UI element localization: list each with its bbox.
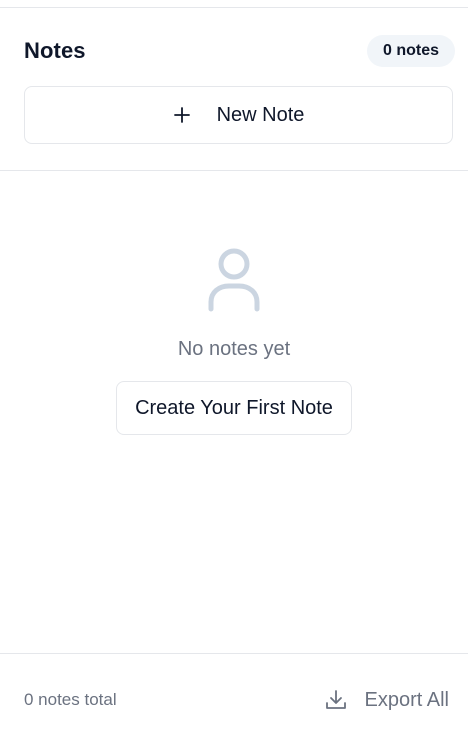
new-note-button[interactable]: New Note [24,86,453,144]
notes-count-badge: 0 notes [366,35,455,67]
notes-header: Notes 0 notes [24,34,455,68]
notes-panel: Notes 0 notes New Note No notes yet Crea… [0,0,468,736]
page-title: Notes [24,38,86,63]
user-icon [208,248,260,312]
export-all-button[interactable]: Export All [325,689,449,712]
section-divider [0,170,468,171]
create-first-note-button[interactable]: Create Your First Note [116,381,352,435]
empty-state: No notes yet Create Your First Note [0,246,468,435]
download-icon [325,690,346,709]
top-divider [0,7,468,8]
notes-total: 0 notes total [24,690,117,709]
plus-icon [173,107,190,123]
export-all-label: Export All [364,688,449,711]
new-note-label: New Note [216,103,305,126]
footer-divider [0,653,468,654]
footer: 0 notes total Export All [24,684,449,716]
empty-state-message: No notes yet [177,338,291,360]
